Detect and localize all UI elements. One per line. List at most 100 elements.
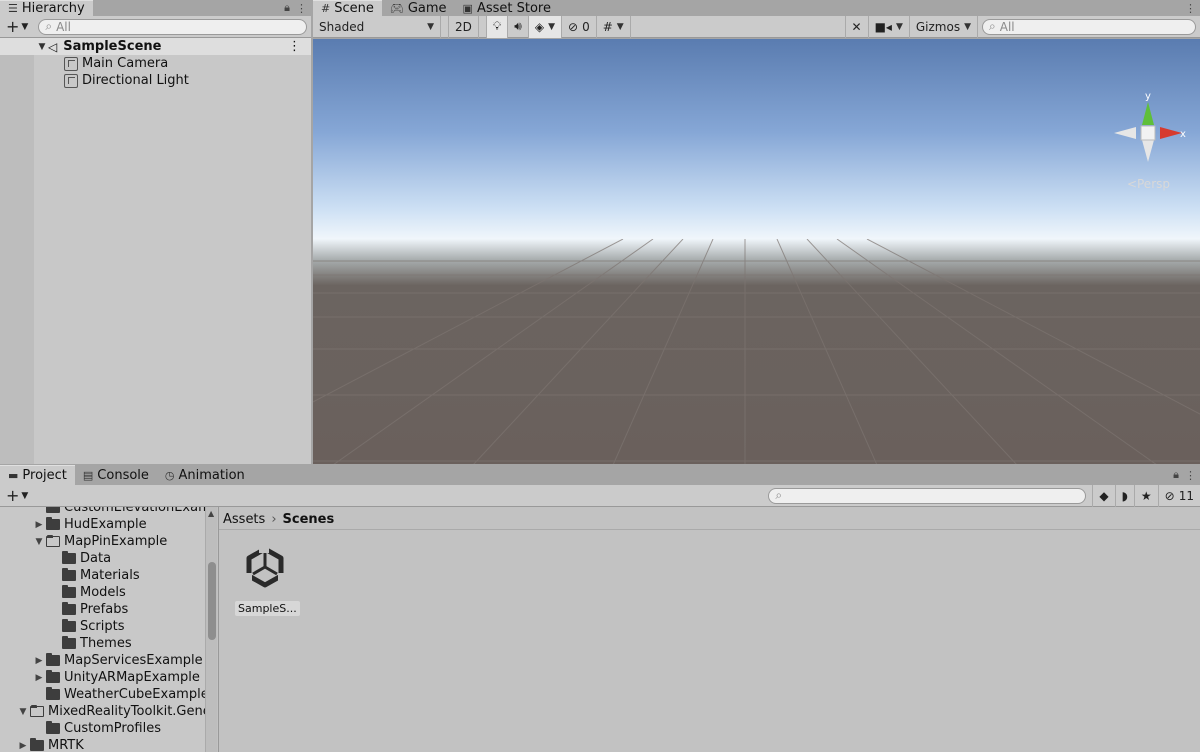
- grid-toggle-button[interactable]: # ▼: [597, 15, 631, 38]
- folder-icon: [46, 507, 60, 513]
- folder-icon: [30, 738, 44, 751]
- create-asset-button[interactable]: + ▼: [0, 486, 34, 505]
- hierarchy-tabbar: ☰ Hierarchy 🔒︎ ⋮: [0, 0, 311, 16]
- gizmo-neg-y-axis[interactable]: [1142, 140, 1154, 162]
- shading-mode-dropdown[interactable]: Shaded ▼: [313, 15, 441, 38]
- favorites-button[interactable]: ★: [1135, 484, 1159, 507]
- more-options-icon[interactable]: ⋮: [296, 2, 307, 15]
- chevron-right-icon[interactable]: ▶: [32, 673, 46, 683]
- more-options-icon[interactable]: ⋮: [1185, 2, 1196, 15]
- gizmos-button[interactable]: Gizmos ▼: [910, 15, 978, 38]
- projection-toggle[interactable]: <Persp: [1127, 177, 1170, 191]
- folder-tree-scrollbar[interactable]: ▲: [205, 507, 217, 752]
- folder-open-icon: [30, 705, 44, 717]
- folder-tree-item[interactable]: CustomElevationExam: [0, 507, 205, 516]
- tab-scene-label: Scene: [334, 1, 374, 16]
- search-icon: ⌕: [775, 488, 783, 502]
- gizmo-y-axis[interactable]: [1142, 102, 1154, 125]
- audio-toggle-button[interactable]: 🔊︎: [508, 15, 529, 38]
- breadcrumb: Assets › Scenes: [223, 509, 334, 529]
- lock-icon[interactable]: 🔒︎: [284, 1, 290, 15]
- folder-tree-item[interactable]: ▼ MixedRealityToolkit.Gene: [0, 703, 205, 720]
- eye-slash-icon: ⊘: [568, 19, 579, 34]
- scene-row[interactable]: ▼ ◁ SampleScene ⋮: [0, 38, 311, 55]
- folder-label: CustomProfiles: [64, 721, 161, 736]
- camera-settings-button[interactable]: ■◂ ▼: [869, 15, 910, 38]
- chevron-right-icon[interactable]: ▶: [16, 741, 30, 751]
- tab-console-label: Console: [97, 467, 149, 483]
- scene-visibility-button[interactable]: ⊘ 0: [562, 15, 597, 38]
- folder-label: MRTK: [48, 738, 84, 752]
- folder-tree-item[interactable]: Data: [0, 550, 111, 567]
- hidden-packages-button[interactable]: ⊘ 11: [1159, 485, 1200, 507]
- hierarchy-item-directional-light[interactable]: Directional Light: [0, 72, 311, 89]
- tab-project[interactable]: ▬ Project: [0, 465, 75, 485]
- chevron-right-icon[interactable]: ▶: [32, 520, 46, 530]
- scrollbar-thumb[interactable]: [208, 562, 216, 640]
- folder-tree-item[interactable]: ▶ UnityARMapExample: [0, 669, 200, 686]
- effects-toggle-button[interactable]: ◈ ▼: [528, 15, 562, 38]
- folder-icon: ▬: [8, 469, 19, 482]
- folder-tree-item[interactable]: ▶ MapServicesExample: [0, 652, 203, 669]
- scene-viewport[interactable]: y x <Persp: [313, 39, 1200, 464]
- tab-animation-label: Animation: [178, 467, 245, 483]
- chevron-down-icon[interactable]: ▼: [16, 707, 30, 717]
- scene-search-input[interactable]: ⌕ All: [982, 18, 1196, 35]
- hierarchy-search-input[interactable]: ⌕ All: [38, 18, 307, 35]
- folder-tree-item[interactable]: Models: [0, 584, 126, 601]
- gizmo-center-cube[interactable]: [1140, 125, 1156, 141]
- shapes-icon: ◆: [1099, 488, 1109, 503]
- collapse-arrow-icon[interactable]: ▼: [36, 42, 48, 52]
- tools-icon: ✕: [851, 19, 862, 34]
- search-by-type-button[interactable]: ◆: [1092, 484, 1116, 507]
- folder-tree-item[interactable]: Scripts: [0, 618, 124, 635]
- scene-options-icon[interactable]: ⋮: [288, 39, 301, 54]
- chevron-down-icon: ▼: [964, 21, 971, 32]
- console-icon: ▤: [82, 468, 94, 482]
- hierarchy-item-main-camera[interactable]: Main Camera: [0, 55, 311, 72]
- project-toolbar: + ▼ ⌕ ◆ ◗ ★ ⊘ 11: [0, 484, 1200, 507]
- hierarchy-item-label: Main Camera: [82, 56, 169, 71]
- folder-tree-item[interactable]: ▶ MRTK: [0, 737, 84, 752]
- project-search-input[interactable]: ⌕: [768, 487, 1087, 504]
- chevron-down-icon: ▼: [21, 21, 29, 32]
- tab-hierarchy[interactable]: ☰ Hierarchy: [0, 0, 93, 16]
- folder-label: UnityARMapExample: [64, 670, 200, 685]
- create-button[interactable]: + ▼: [0, 17, 34, 36]
- scroll-up-arrow-icon[interactable]: ▲: [208, 509, 214, 518]
- folder-tree-item[interactable]: ▶ HudExample: [0, 516, 147, 533]
- breadcrumb-assets[interactable]: Assets: [223, 512, 265, 527]
- folder-icon: [46, 670, 60, 683]
- tab-scene[interactable]: # Scene: [313, 0, 382, 16]
- folder-icon: [46, 721, 60, 734]
- folder-tree-item[interactable]: CustomProfiles: [0, 720, 161, 737]
- search-by-label-button[interactable]: ◗: [1116, 484, 1135, 507]
- folder-tree-item[interactable]: Prefabs: [0, 601, 128, 618]
- gizmos-label: Gizmos: [915, 19, 961, 34]
- tab-console[interactable]: ▤ Console: [75, 465, 157, 485]
- folder-tree-item[interactable]: WeatherCubeExample: [0, 686, 205, 703]
- list-icon: ☰: [8, 2, 18, 15]
- folder-tree-item[interactable]: ▼ MapPinExample: [0, 533, 168, 550]
- folder-tree-item[interactable]: Materials: [0, 567, 140, 584]
- gizmo-x-axis[interactable]: [1160, 127, 1182, 139]
- asset-item-sample-scene[interactable]: SampleS...: [235, 543, 300, 616]
- tab-animation[interactable]: ◷ Animation: [157, 465, 253, 485]
- folder-tree-item[interactable]: Themes: [0, 635, 132, 652]
- star-icon: ★: [1140, 488, 1152, 503]
- breadcrumb-scenes[interactable]: Scenes: [283, 512, 335, 527]
- more-options-icon[interactable]: ⋮: [1185, 469, 1196, 482]
- tab-game[interactable]: 🎮︎ Game: [382, 0, 455, 16]
- hierarchy-tab-menu: 🔒︎ ⋮: [284, 0, 307, 16]
- folder-icon: [62, 602, 76, 615]
- chevron-down-icon[interactable]: ▼: [32, 537, 46, 547]
- chevron-right-icon[interactable]: ▶: [32, 656, 46, 666]
- folder-icon: [62, 636, 76, 649]
- tab-asset-store[interactable]: ▣ Asset Store: [455, 0, 559, 16]
- lighting-toggle-button[interactable]: 💡︎: [486, 15, 509, 38]
- 2d-toggle-button[interactable]: 2D: [449, 15, 479, 38]
- lock-icon[interactable]: 🔒︎: [1173, 468, 1179, 482]
- scene-name: SampleScene: [63, 39, 162, 54]
- tools-button[interactable]: ✕: [844, 15, 869, 38]
- gizmo-neg-x-axis[interactable]: [1114, 127, 1136, 139]
